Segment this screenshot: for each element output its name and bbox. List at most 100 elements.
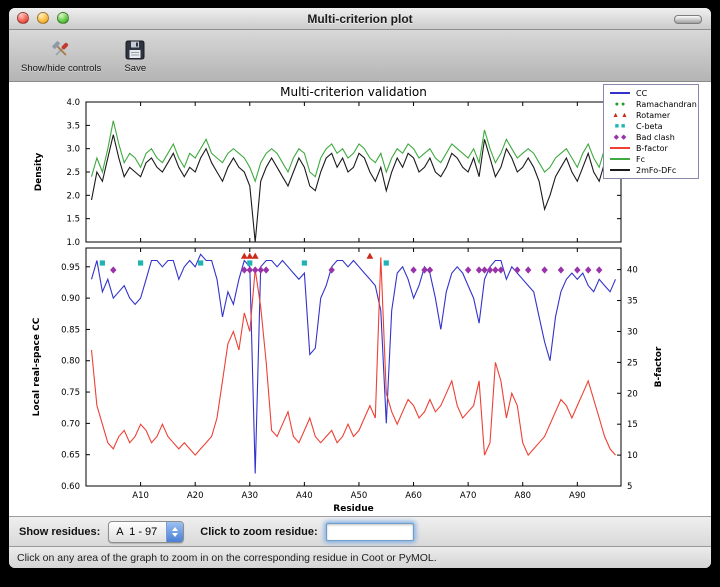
legend-label: Fc xyxy=(636,155,645,164)
tick-label: A20 xyxy=(187,491,204,501)
app-window: Multi-criterion plot xyxy=(9,8,711,568)
title-bar[interactable]: Multi-criterion plot xyxy=(9,8,711,30)
legend-label: 2mFo-DFc xyxy=(636,166,676,175)
bad-clash-marker xyxy=(252,266,258,273)
cc-plot-area[interactable] xyxy=(86,248,621,486)
bad-clash-marker xyxy=(481,266,487,273)
tick-label: 0.75 xyxy=(61,388,80,398)
legend-triangle-icon: ▲▲ xyxy=(608,111,632,120)
tick-label: 40 xyxy=(627,266,638,276)
legend-entry: Fc xyxy=(608,154,694,164)
bad-clash-marker xyxy=(257,266,263,273)
c-beta-marker xyxy=(384,260,389,265)
c-beta-marker xyxy=(302,260,307,265)
b-factor-line xyxy=(92,257,616,455)
tick-label: 0.80 xyxy=(61,357,80,367)
legend-label: Bad clash xyxy=(636,133,675,142)
tick-label: 0.65 xyxy=(61,451,80,461)
tick-label: 1.5 xyxy=(66,215,80,225)
tick-label: 1.0 xyxy=(66,238,80,248)
tick-label: 2.0 xyxy=(66,191,80,201)
bad-clash-marker xyxy=(263,266,269,273)
legend-line-swatch xyxy=(608,158,632,160)
tick-label: 3.5 xyxy=(66,121,80,131)
tick-label: 30 xyxy=(627,327,638,337)
legend-label: CC xyxy=(636,89,647,98)
legend-circle-icon: ●● xyxy=(608,100,632,109)
c-beta-marker xyxy=(100,260,105,265)
bad-clash-marker xyxy=(328,266,334,273)
minimize-button[interactable] xyxy=(37,12,49,24)
rotamer-marker xyxy=(366,253,373,259)
legend-line-swatch xyxy=(608,147,632,149)
plot-region[interactable]: Multi-criterion validation4.03.53.02.52.… xyxy=(9,82,711,516)
bad-clash-marker xyxy=(427,266,433,273)
bad-clash-marker xyxy=(585,266,591,273)
tick-label: A40 xyxy=(296,491,313,501)
legend-label: C-beta xyxy=(636,122,663,131)
bad-clash-marker xyxy=(110,266,116,273)
tick-label: A10 xyxy=(132,491,149,501)
legend-label: Ramachandran xyxy=(636,100,697,109)
tick-label: A90 xyxy=(569,491,586,501)
stepper-arrows-icon xyxy=(166,522,183,542)
legend-line-swatch xyxy=(608,92,632,94)
legend-entry: ◆◆ Bad clash xyxy=(608,132,694,142)
tools-icon xyxy=(49,38,73,62)
tick-label: 0.95 xyxy=(61,263,80,273)
zoom-residue-input[interactable] xyxy=(326,523,414,541)
residue-range-value: A 1 - 97 xyxy=(109,522,166,542)
residue-range-select[interactable]: A 1 - 97 xyxy=(108,521,184,543)
tick-label: 0.60 xyxy=(61,482,80,492)
legend-square-icon: ■■ xyxy=(608,122,632,131)
legend-entry: ●● Ramachandran xyxy=(608,99,694,109)
rotamer-marker xyxy=(241,253,248,259)
legend-diamond-icon: ◆◆ xyxy=(608,133,632,142)
c-beta-marker xyxy=(138,260,143,265)
window-title: Multi-criterion plot xyxy=(307,12,412,26)
toolbar-button-label: Show/hide controls xyxy=(21,63,101,74)
zoom-residue-label: Click to zoom residue: xyxy=(200,526,317,538)
show-hide-controls-button[interactable]: Show/hide controls xyxy=(15,36,107,76)
bad-clash-marker xyxy=(465,266,471,273)
axis-label: Local real-space CC xyxy=(32,317,42,416)
cc-line xyxy=(92,254,616,473)
tick-label: 0.90 xyxy=(61,294,80,304)
bad-clash-marker xyxy=(574,266,580,273)
bad-clash-marker xyxy=(421,266,427,273)
tick-label: A50 xyxy=(351,491,368,501)
close-button[interactable] xyxy=(17,12,29,24)
toolbar-toggle-capsule[interactable] xyxy=(674,15,702,24)
legend-entry: 2mFo-DFc xyxy=(608,165,694,175)
rotamer-marker xyxy=(252,253,259,259)
bad-clash-marker xyxy=(541,266,547,273)
tick-label: 4.0 xyxy=(66,98,80,108)
zoom-button[interactable] xyxy=(57,12,69,24)
legend-label: B-factor xyxy=(636,144,668,153)
bad-clash-marker xyxy=(596,266,602,273)
bad-clash-marker xyxy=(558,266,564,273)
save-icon xyxy=(123,38,147,62)
toolbar: Show/hide controls Save xyxy=(9,30,711,82)
tick-label: 25 xyxy=(627,358,638,368)
tick-label: A60 xyxy=(405,491,422,501)
bad-clash-marker xyxy=(525,266,531,273)
bad-clash-marker xyxy=(476,266,482,273)
status-message: Click on any area of the graph to zoom i… xyxy=(17,552,437,564)
tick-label: 0.70 xyxy=(61,419,80,429)
tick-label: 15 xyxy=(627,420,638,430)
c-beta-marker xyxy=(247,260,252,265)
axis-label: Residue xyxy=(333,504,373,514)
two-mfo-dfc-line xyxy=(92,135,616,242)
plot-legend: CC ●● Ramachandran▲▲Rotamer ■■ C-beta ◆◆ Bad c… xyxy=(603,84,699,179)
tick-label: A70 xyxy=(460,491,477,501)
tick-label: 20 xyxy=(627,389,638,399)
fc-line xyxy=(92,121,616,182)
axis-label: B-factor xyxy=(654,346,664,387)
density-plot-area[interactable] xyxy=(86,102,621,242)
save-button[interactable]: Save xyxy=(117,36,153,76)
window-controls xyxy=(17,12,69,24)
legend-entry: ▲▲Rotamer xyxy=(608,110,694,120)
controls-bar: Show residues: A 1 - 97 Click to zoom re… xyxy=(9,516,711,546)
bad-clash-marker xyxy=(247,266,253,273)
